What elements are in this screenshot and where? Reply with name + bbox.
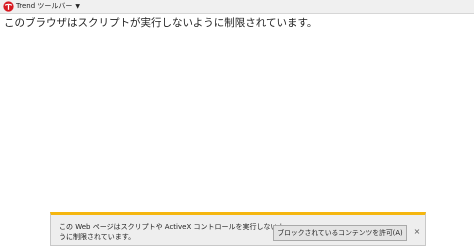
trend-toolbar: Trend ツールバー ▼ <box>0 0 474 14</box>
security-infobar: この Web ページはスクリプトや ActiveX コントロールを実行しないよ … <box>50 212 426 246</box>
trend-toolbar-menu-button[interactable]: Trend ツールバー ▼ <box>3 1 80 12</box>
trend-micro-logo-icon <box>3 1 14 12</box>
allow-blocked-content-button[interactable]: ブロックされているコンテンツを許可(A) <box>273 225 407 241</box>
restriction-message: このブラウザはスクリプトが実行しないように制限されています。 <box>4 17 318 29</box>
close-icon[interactable]: × <box>412 226 422 238</box>
infobar-message-line2: うに制限されています。 <box>59 232 136 241</box>
toolbar-label: Trend ツールバー <box>16 2 73 10</box>
infobar-message-line1: この Web ページはスクリプトや ActiveX コントロールを実行しないよ <box>59 223 285 231</box>
caret-down-icon: ▼ <box>75 3 81 10</box>
infobar-message: この Web ページはスクリプトや ActiveX コントロールを実行しないよ … <box>59 223 285 242</box>
